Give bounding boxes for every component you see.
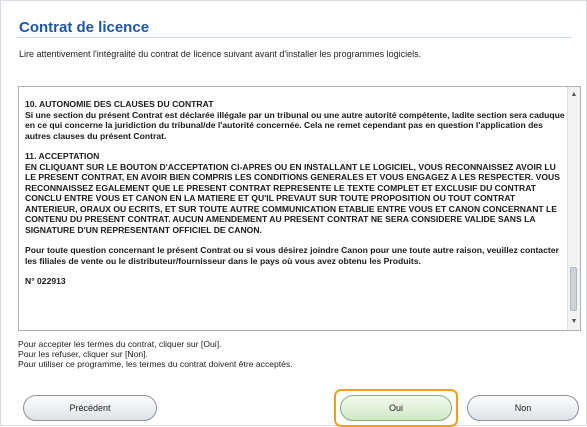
license-dialog: Contrat de licence Lire attentivement l'… bbox=[0, 0, 587, 427]
title-divider bbox=[17, 37, 572, 38]
scroll-thumb[interactable] bbox=[570, 267, 577, 311]
contact-paragraph: Pour toute question concernant le présen… bbox=[25, 245, 559, 266]
license-text-area[interactable]: 10. AUTONOMIE DES CLAUSES DU CONTRAT Si … bbox=[18, 86, 581, 331]
license-number: N° 022913 bbox=[25, 276, 66, 286]
yes-button[interactable]: Oui bbox=[340, 395, 452, 421]
instruction-accept: Pour accepter les termes du contrat, cli… bbox=[18, 339, 222, 349]
section-body: EN CLIQUANT SUR LE BOUTON D'ACCEPTATION … bbox=[25, 161, 560, 235]
vertical-scrollbar[interactable]: ▲ ▼ bbox=[567, 87, 580, 330]
license-section-10: 10. AUTONOMIE DES CLAUSES DU CONTRAT Si … bbox=[25, 99, 565, 141]
scroll-down-arrow-icon[interactable]: ▼ bbox=[570, 317, 578, 327]
previous-button[interactable]: Précédent bbox=[23, 395, 157, 421]
license-section-11: 11. ACCEPTATION EN CLIQUANT SUR LE BOUTO… bbox=[25, 151, 565, 235]
scroll-up-arrow-icon[interactable]: ▲ bbox=[570, 90, 578, 100]
page-title: Contrat de licence bbox=[19, 19, 150, 36]
instructions: Pour accepter les termes du contrat, cli… bbox=[18, 339, 293, 369]
section-heading: 11. ACCEPTATION bbox=[25, 151, 100, 161]
section-heading: 10. AUTONOMIE DES CLAUSES DU CONTRAT bbox=[25, 99, 214, 109]
instruction-refuse: Pour les refuser, cliquer sur [Non]. bbox=[18, 349, 148, 359]
license-content: 10. AUTONOMIE DES CLAUSES DU CONTRAT Si … bbox=[25, 99, 565, 297]
intro-text: Lire attentivement l'intégralité du cont… bbox=[19, 49, 422, 59]
no-button[interactable]: Non bbox=[467, 395, 579, 421]
section-body: Si une section du présent Contrat est dé… bbox=[25, 109, 565, 141]
instruction-required: Pour utiliser ce programme, les termes d… bbox=[18, 359, 293, 369]
